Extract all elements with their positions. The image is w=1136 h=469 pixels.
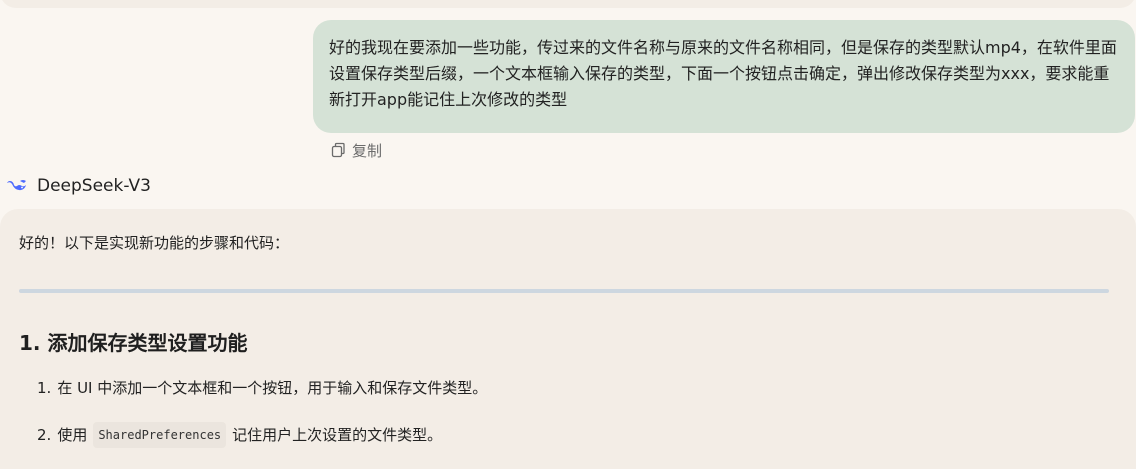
list-item-text: 在 UI 中添加一个文本框和一个按钮，用于输入和保存文件类型。 — [57, 379, 488, 397]
assistant-intro-text: 好的！以下是实现新功能的步骤和代码： — [19, 234, 290, 252]
model-name: DeepSeek-V3 — [37, 176, 151, 196]
list-item-number: 2. — [37, 426, 52, 444]
list-item-text-after: 记住用户上次设置的文件类型。 — [232, 426, 443, 444]
user-message-text: 好的我现在要添加一些功能，传过来的文件名称与原来的文件名称相同，但是保存的类型默… — [329, 38, 1117, 109]
copy-icon — [330, 142, 346, 158]
deepseek-whale-icon — [6, 178, 28, 194]
copy-button[interactable]: 复制 — [330, 139, 382, 161]
list-item: 1. 在 UI 中添加一个文本框和一个按钮，用于输入和保存文件类型。 — [37, 377, 487, 399]
previous-message-card — [0, 0, 1136, 8]
section-divider — [19, 289, 1109, 293]
list-item-number: 1. — [37, 379, 52, 397]
copy-label: 复制 — [352, 141, 383, 160]
section-heading: 1. 添加保存类型设置功能 — [19, 331, 248, 355]
user-message-bubble: 好的我现在要添加一些功能，传过来的文件名称与原来的文件名称相同，但是保存的类型默… — [313, 20, 1135, 133]
list-item: 2. 使用 SharedPreferences 记住用户上次设置的文件类型。 — [37, 422, 442, 448]
model-header: DeepSeek-V3 — [6, 174, 151, 198]
inline-code: SharedPreferences — [93, 422, 227, 448]
list-item-text-before: 使用 — [57, 426, 88, 444]
